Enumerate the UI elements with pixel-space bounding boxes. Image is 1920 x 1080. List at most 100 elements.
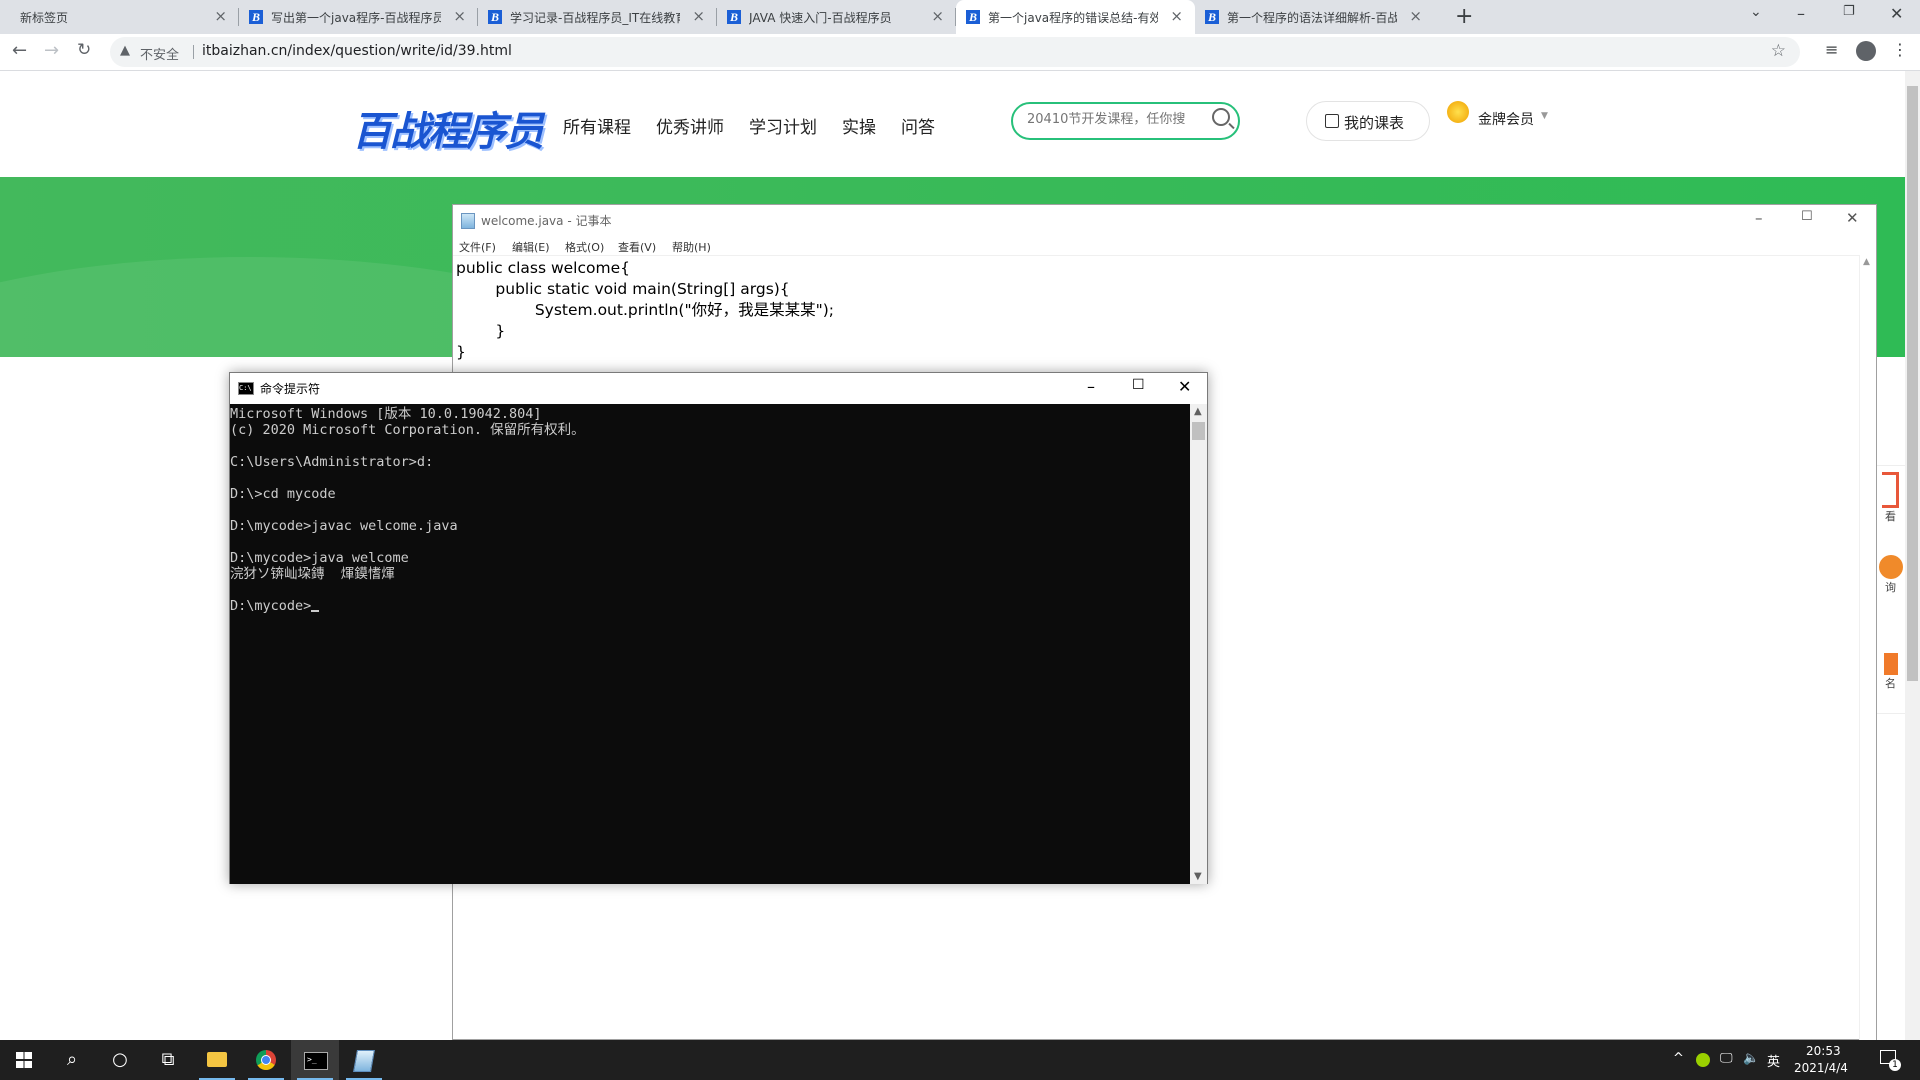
tray-app-icon[interactable] [1696,1053,1710,1067]
cmd-icon: >_ [304,1052,328,1070]
signup-icon [1883,653,1898,675]
notepad-content[interactable]: public class welcome{ public static void… [456,258,834,363]
nav-all-courses[interactable]: 所有课程 [563,113,631,138]
nav-practice[interactable]: 实操 [842,113,876,138]
cortana-button[interactable]: ○ [96,1040,144,1080]
tab-close-icon[interactable]: × [1409,7,1422,25]
consult-icon [1878,555,1903,579]
widget-view[interactable]: 看 [1876,465,1905,526]
chrome-icon [256,1050,276,1070]
task-view-button[interactable]: ⧉ [144,1040,192,1080]
scroll-up-icon[interactable]: ▲ [1194,406,1202,417]
cmd-icon: C:\ [238,382,254,395]
warning-triangle-icon[interactable]: ▲ [120,43,130,58]
restore-window-icon[interactable]: ❐ [1843,4,1855,19]
reading-list-icon[interactable]: ≡ [1825,40,1838,59]
start-button[interactable] [0,1040,48,1080]
notification-count-badge: 1 [1889,1059,1901,1071]
url-text[interactable]: itbaizhan.cn/index/question/write/id/39.… [202,43,512,59]
cmd-minimize-icon[interactable]: – [1087,377,1095,396]
tab-search-icon[interactable]: ⌄ [1750,4,1762,20]
notepad-scrollbar[interactable]: ▲ [1859,255,1876,1040]
tab-close-icon[interactable]: × [453,7,466,25]
forward-arrow-icon[interactable]: → [44,40,59,61]
notepad-titlebar[interactable]: welcome.java - 记事本 – ☐ ✕ [453,205,1876,235]
menu-help[interactable]: 帮助(H) [672,239,711,255]
taskbar-notepad[interactable] [340,1040,388,1080]
minimize-window-icon[interactable]: – [1797,4,1805,23]
site-logo[interactable]: 百战程序员 [352,99,544,157]
tab-write-first-java[interactable]: B 写出第一个java程序-百战程序员 × [239,0,478,34]
cmd-titlebar[interactable]: C:\ 命令提示符 – ☐ ✕ [230,373,1207,404]
right-side-widgets: 看 询 名 [1876,465,1905,755]
scroll-down-icon[interactable]: ▼ [1194,871,1202,882]
taskbar-file-explorer[interactable] [193,1040,241,1080]
notepad-close-icon[interactable]: ✕ [1846,209,1859,227]
tab-syntax-analysis[interactable]: B 第一个程序的语法详细解析-百战 × [1195,0,1434,34]
scroll-up-icon[interactable]: ▲ [1863,257,1870,267]
bookmark-star-icon[interactable]: ☆ [1771,41,1786,61]
cmd-close-icon[interactable]: ✕ [1178,377,1191,396]
tab-close-icon[interactable]: × [1170,7,1183,25]
network-icon[interactable]: 🖵 [1720,1051,1733,1066]
security-status-label[interactable]: 不安全 [140,44,179,63]
reload-icon[interactable]: ↻ [77,40,91,60]
page-scrollbar-thumb[interactable] [1907,86,1918,681]
cmd-scrollbar-thumb[interactable] [1192,422,1205,440]
taskbar-search-button[interactable]: ⌕ [48,1040,96,1080]
member-level-label[interactable]: 金牌会员 [1478,109,1534,129]
tray-overflow-chevron-icon[interactable]: ^ [1673,1051,1684,1066]
command-prompt-window: C:\ 命令提示符 – ☐ ✕ Microsoft Windows [版本 10… [229,372,1208,884]
tab-new-tab[interactable]: 新标签页 × [0,0,239,34]
site-favicon-icon: B [1205,10,1219,24]
back-arrow-icon[interactable]: ← [12,40,27,61]
taskbar-cmd[interactable]: >_ [291,1040,339,1080]
my-courses-label: 我的课表 [1344,114,1405,132]
widget-signup[interactable]: 名 [1876,653,1905,714]
clock-time[interactable]: 20:53 [1806,1044,1841,1058]
ime-indicator[interactable]: 英 [1767,1051,1780,1070]
widget-signup-label: 名 [1885,677,1896,690]
page-scrollbar[interactable] [1905,71,1920,1040]
nav-teachers[interactable]: 优秀讲师 [656,113,724,138]
volume-icon[interactable]: 🔈 [1743,1051,1759,1066]
notepad-minimize-icon[interactable]: – [1755,209,1763,227]
site-search-input[interactable] [1025,111,1209,128]
profile-avatar-icon[interactable] [1856,41,1876,61]
menu-file[interactable]: 文件(F) [459,239,496,255]
menu-edit[interactable]: 编辑(E) [512,239,550,255]
cmd-console[interactable]: Microsoft Windows [版本 10.0.19042.804] (c… [230,404,1190,884]
site-favicon-icon: B [249,10,263,24]
menu-view[interactable]: 查看(V) [618,239,656,255]
notepad-maximize-icon[interactable]: ☐ [1801,209,1813,224]
search-icon[interactable] [1212,108,1230,126]
tab-close-icon[interactable]: × [214,7,227,25]
nav-qa[interactable]: 问答 [901,113,935,138]
tab-java-quickstart[interactable]: B JAVA 快速入门-百战程序员 × [717,0,956,34]
new-tab-button[interactable]: + [1455,4,1473,29]
close-window-icon[interactable]: ✕ [1890,4,1903,23]
view-icon [1882,472,1899,508]
my-courses-button[interactable]: 我的课表 [1306,101,1430,141]
more-menu-icon[interactable]: ⋮ [1892,40,1908,59]
windows-logo-icon [16,1052,32,1068]
address-bar[interactable]: ▲ 不安全 itbaizhan.cn/index/question/write/… [110,37,1800,67]
tab-study-record[interactable]: B 学习记录-百战程序员_IT在线教育 × [478,0,717,34]
clock-date[interactable]: 2021/4/4 [1794,1061,1848,1075]
tab-error-summary[interactable]: B 第一个java程序的错误总结-有效 × [956,0,1195,34]
site-header: 百战程序员 所有课程 优秀讲师 学习计划 实操 问答 我的课表 金牌会员 ▼ [0,71,1905,177]
widget-consult[interactable]: 询 [1876,555,1905,615]
omnibox-separator [193,45,194,59]
cmd-maximize-icon[interactable]: ☐ [1132,377,1145,393]
tab-close-icon[interactable]: × [931,7,944,25]
menu-format[interactable]: 格式(O) [565,239,604,255]
tab-close-icon[interactable]: × [692,7,705,25]
taskbar-chrome[interactable] [242,1040,290,1080]
cmd-scrollbar[interactable]: ▲ ▼ [1190,404,1207,884]
cmd-output: Microsoft Windows [版本 10.0.19042.804] (c… [230,406,585,614]
chevron-down-icon[interactable]: ▼ [1541,111,1548,121]
windows-taskbar: ⌕ ○ ⧉ >_ ^ 🖵 🔈 英 20:53 2021/4/4 1 [0,1040,1920,1080]
notepad-icon [461,213,475,229]
cortana-circle-icon: ○ [112,1049,128,1070]
nav-study-plan[interactable]: 学习计划 [749,113,817,138]
